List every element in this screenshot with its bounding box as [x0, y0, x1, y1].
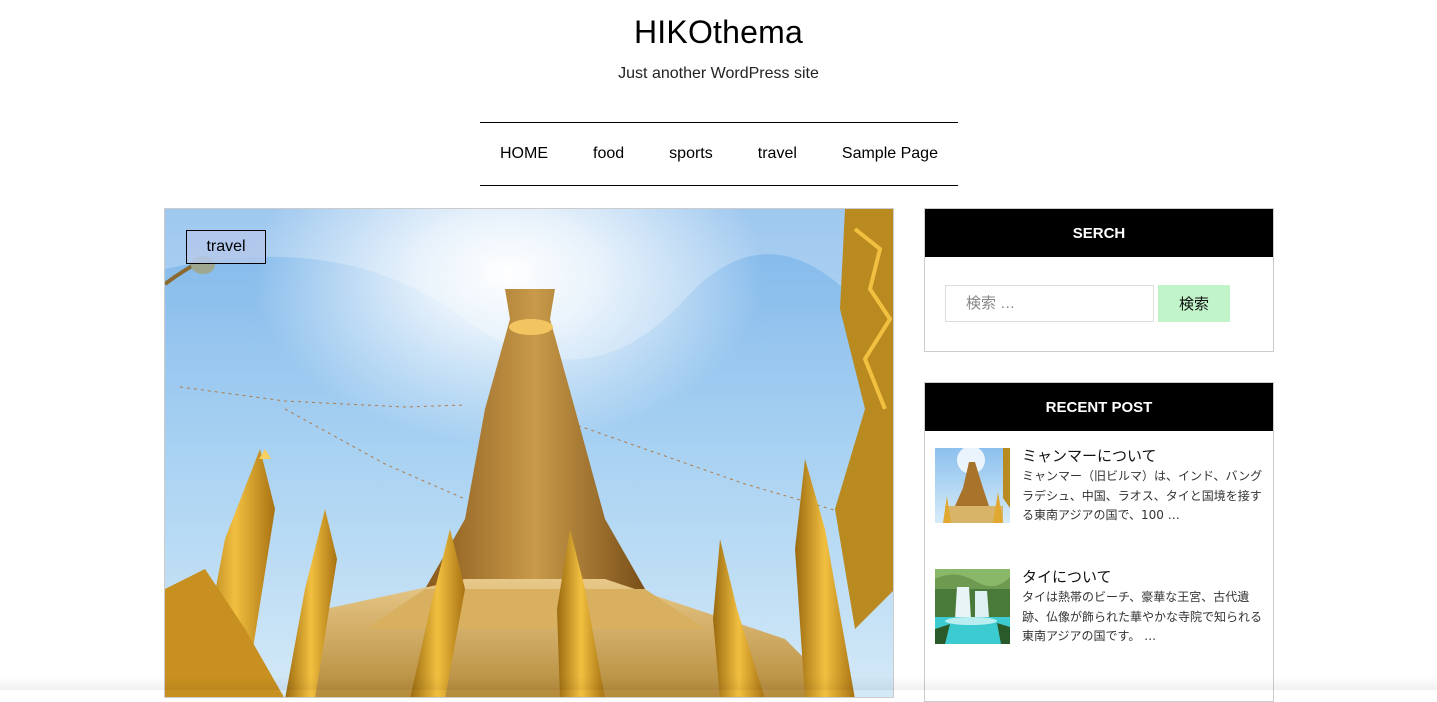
recent-post-title[interactable]: タイについて: [1022, 566, 1112, 587]
search-widget: SERCH 検索: [924, 208, 1274, 352]
search-widget-heading: SERCH: [925, 209, 1273, 257]
search-button[interactable]: 検索: [1158, 285, 1230, 322]
recent-post-item: ミャンマーについて ミャンマー（旧ビルマ）は、インド、バングラデシュ、中国、ラオ…: [925, 431, 1273, 552]
category-badge[interactable]: travel: [186, 230, 266, 264]
recent-post-excerpt: タイは熱帯のビーチ、豪華な王宮、古代遺跡、仏像が飾られた華やかな寺院で知られる東…: [1022, 590, 1263, 643]
recent-post-excerpt: ミャンマー（旧ビルマ）は、インド、バングラデシュ、中国、ラオス、タイと国境を接す…: [1022, 469, 1263, 522]
featured-post-image[interactable]: travel: [164, 208, 894, 698]
post-thumbnail-pagoda[interactable]: [935, 448, 1010, 523]
nav-item-travel[interactable]: travel: [758, 145, 797, 163]
recent-posts-widget: RECENT POST ミャンマーについて ミャンマー（旧ビルマ）は、インド、バ…: [924, 382, 1274, 702]
nav-item-food[interactable]: food: [593, 145, 624, 163]
nav-item-sample-page[interactable]: Sample Page: [842, 145, 938, 163]
site-description: Just another WordPress site: [618, 65, 819, 82]
search-form: 検索: [925, 257, 1273, 351]
recent-posts-heading: RECENT POST: [925, 383, 1273, 431]
main-nav: HOME food sports travel Sample Page: [480, 122, 958, 186]
post-thumbnail-waterfall[interactable]: [935, 569, 1010, 644]
recent-post-title[interactable]: ミャンマーについて: [1022, 445, 1157, 466]
pagoda-photo: [165, 209, 893, 697]
nav-item-home[interactable]: HOME: [500, 145, 548, 163]
site-title[interactable]: HIKOthema: [0, 14, 1437, 51]
recent-post-item: タイについて タイは熱帯のビーチ、豪華な王宮、古代遺跡、仏像が飾られた華やかな寺…: [925, 552, 1273, 673]
nav-item-sports[interactable]: sports: [669, 145, 713, 163]
search-input[interactable]: [945, 285, 1154, 322]
